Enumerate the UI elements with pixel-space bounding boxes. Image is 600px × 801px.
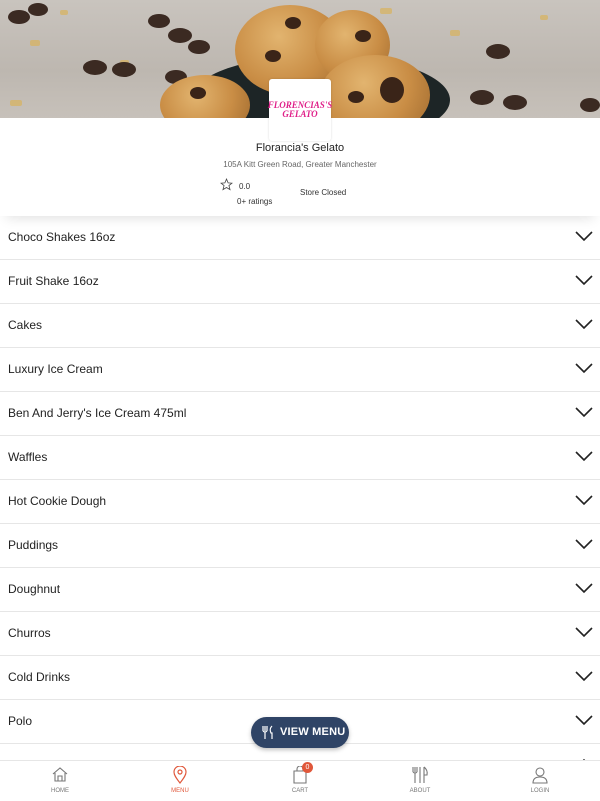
tab-home[interactable]: HOME: [0, 761, 120, 801]
menu-category-row[interactable]: Hot Cookie Dough: [0, 480, 600, 524]
menu-category-label: Hot Cookie Dough: [8, 494, 107, 508]
menu-category-label: Choco Shakes 16oz: [8, 230, 116, 244]
menu-category-label: Churros: [8, 626, 51, 640]
cutlery-icon: [262, 725, 273, 739]
tab-menu-label: MENU: [171, 788, 189, 794]
chevron-down-icon[interactable]: [575, 626, 593, 638]
menu-category-label: Ben And Jerry's Ice Cream 475ml: [8, 406, 187, 420]
menu-category-list: Choco Shakes 16oz Fruit Shake 16oz Cakes Lu…: [0, 216, 600, 788]
location-pin-icon: [173, 766, 187, 784]
hero-chip: [112, 62, 136, 77]
view-menu-label: VIEW MENU: [280, 726, 346, 738]
menu-category-label: Luxury Ice Cream: [8, 362, 103, 376]
hero-chip: [28, 3, 48, 16]
hero-crumb: [60, 10, 68, 15]
tab-cart[interactable]: CART: [240, 761, 360, 801]
chevron-down-icon[interactable]: [575, 494, 593, 506]
tab-home-label: HOME: [51, 788, 69, 794]
menu-category-label: Doughnut: [8, 582, 61, 596]
chevron-down-icon[interactable]: [575, 538, 593, 550]
menu-category-label: Polo: [8, 714, 33, 728]
hero-chip: [580, 98, 600, 112]
hero-crumb: [30, 40, 40, 46]
menu-category-row[interactable]: Ben And Jerry's Ice Cream 475ml: [0, 392, 600, 436]
tab-about-label: ABOUT: [409, 788, 431, 794]
chevron-down-icon[interactable]: [575, 450, 593, 462]
tab-login[interactable]: LOGIN: [480, 761, 600, 801]
hero-chip: [188, 40, 210, 54]
chevron-down-icon[interactable]: [575, 318, 593, 330]
menu-category-label: Puddings: [8, 538, 59, 552]
hero-chip: [8, 10, 30, 24]
view-menu-button[interactable]: VIEW MENU: [251, 717, 349, 748]
cart-count-badge: 0: [302, 762, 313, 773]
hero-chip: [168, 28, 192, 43]
tab-about[interactable]: ABOUT: [360, 761, 480, 801]
menu-category-label: Cakes: [8, 318, 43, 332]
chevron-down-icon[interactable]: [575, 714, 593, 726]
tab-cart-label: CART: [291, 788, 309, 794]
menu-category-row[interactable]: Cold Drinks: [0, 656, 600, 700]
menu-category-label: Fruit Shake 16oz: [8, 274, 99, 288]
store-status: Store Closed: [300, 188, 347, 197]
user-icon: [532, 767, 548, 784]
menu-category-row[interactable]: Choco Shakes 16oz: [0, 216, 600, 260]
tab-menu[interactable]: MENU: [120, 761, 240, 801]
hero-crumb: [540, 15, 548, 20]
star-icon: [220, 178, 233, 191]
chevron-down-icon[interactable]: [575, 670, 593, 682]
hero-chip: [486, 44, 510, 59]
bottom-tab-bar: HOME MENU CART ABOUT LOGIN: [0, 760, 600, 801]
home-icon: [52, 767, 68, 782]
chevron-down-icon[interactable]: [575, 582, 593, 594]
menu-category-label: Cold Drinks: [8, 670, 71, 684]
hero-chip: [83, 60, 107, 75]
menu-category-row[interactable]: Luxury Ice Cream: [0, 348, 600, 392]
store-logo-text: FLORENCIAS'S GELATO: [267, 100, 333, 119]
chevron-down-icon[interactable]: [575, 230, 593, 242]
store-address: 105A Kitt Green Road, Greater Manchester: [223, 160, 377, 169]
menu-category-row[interactable]: Churros: [0, 612, 600, 656]
menu-category-row[interactable]: Doughnut: [0, 568, 600, 612]
store-logo: FLORENCIAS'S GELATO: [267, 79, 333, 141]
menu-category-row[interactable]: Waffles: [0, 436, 600, 480]
menu-category-row[interactable]: Puddings: [0, 524, 600, 568]
hero-crumb: [10, 100, 22, 106]
rating-count: 0+ ratings: [237, 197, 273, 206]
chevron-down-icon[interactable]: [575, 406, 593, 418]
hero-crumb: [450, 30, 460, 36]
menu-category-row[interactable]: Fruit Shake 16oz: [0, 260, 600, 304]
chevron-down-icon[interactable]: [575, 274, 593, 286]
menu-category-label: Waffles: [8, 450, 48, 464]
menu-category-row[interactable]: Cakes: [0, 304, 600, 348]
store-rating: 0.0 0+ ratings: [220, 178, 280, 208]
hero-crumb: [380, 8, 392, 14]
utensils-icon: [412, 766, 428, 783]
hero-chip: [470, 90, 494, 105]
hero-chip: [503, 95, 527, 110]
store-name: Florancia's Gelato: [255, 142, 345, 154]
hero-chip: [148, 14, 170, 28]
tab-login-label: LOGIN: [530, 788, 550, 794]
rating-score: 0.0: [239, 182, 251, 191]
chevron-down-icon[interactable]: [575, 362, 593, 374]
